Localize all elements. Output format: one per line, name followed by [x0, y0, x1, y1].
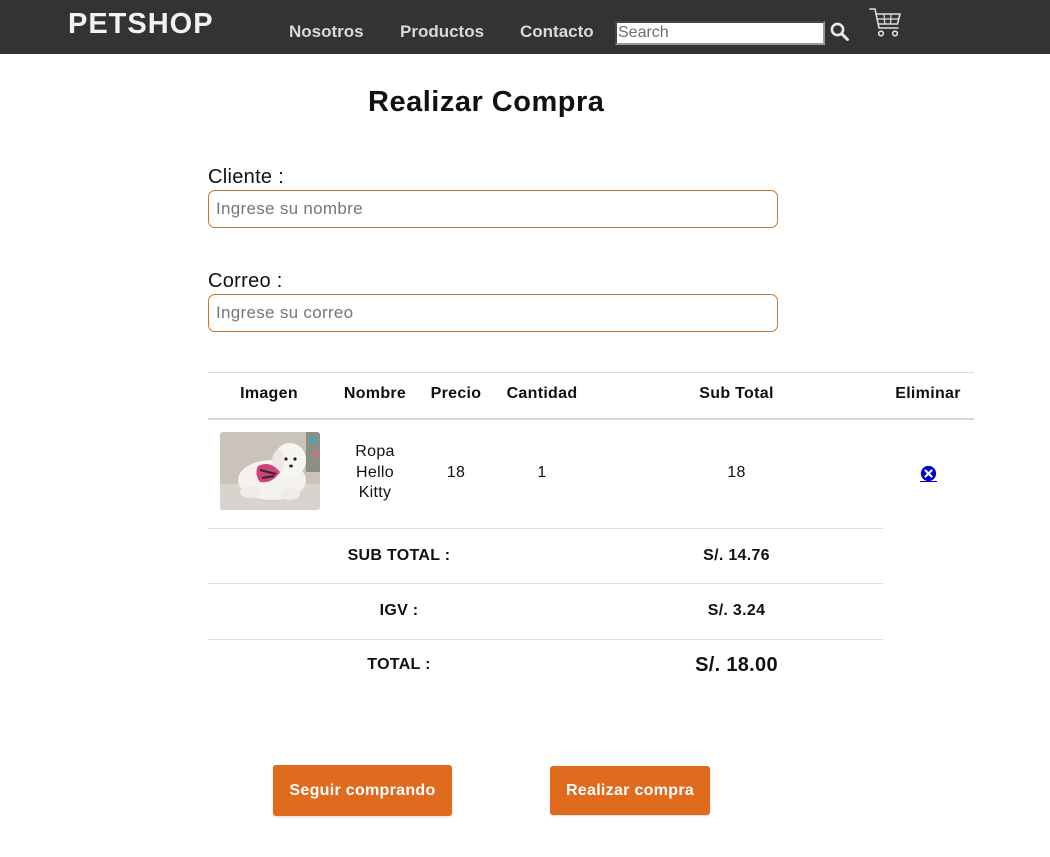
nav-link-productos[interactable]: Productos	[400, 22, 484, 42]
place-order-button[interactable]: Realizar compra	[550, 766, 710, 815]
search-icon	[830, 22, 849, 41]
total-value: S/. 18.00	[695, 654, 778, 676]
total-label: TOTAL :	[367, 656, 431, 673]
product-image	[220, 432, 320, 510]
continue-shopping-button[interactable]: Seguir comprando	[273, 765, 452, 816]
table-top-border	[208, 372, 974, 373]
navbar: PETSHOP Nosotros Productos Contacto	[0, 0, 1050, 54]
product-quantity: 1	[537, 464, 547, 481]
subtotal-divider	[208, 583, 883, 584]
product-subtotal: 18	[727, 464, 746, 481]
header-imagen: Imagen	[240, 385, 298, 402]
cart-icon	[869, 8, 901, 37]
header-cantidad: Cantidad	[506, 385, 578, 402]
client-name-input[interactable]	[208, 190, 778, 228]
delete-link-underline	[920, 481, 937, 482]
header-nombre: Nombre	[343, 385, 407, 402]
igv-divider	[208, 639, 883, 640]
product-name: Ropa Hello Kitty	[355, 443, 395, 501]
nav-link-nosotros[interactable]: Nosotros	[289, 22, 364, 42]
email-input[interactable]	[208, 294, 778, 332]
row-divider	[208, 528, 883, 529]
search-input[interactable]	[615, 21, 825, 45]
table-header-border	[208, 418, 974, 420]
igv-label: IGV :	[379, 602, 419, 619]
header-precio: Precio	[430, 385, 482, 402]
client-label: Cliente :	[208, 166, 285, 188]
page-title: Realizar Compra	[368, 86, 605, 118]
close-circle-icon	[920, 465, 937, 482]
header-eliminar: Eliminar	[895, 385, 961, 402]
subtotal-value: S/. 14.76	[703, 547, 770, 564]
cart-button[interactable]	[868, 5, 904, 39]
nav-link-contacto[interactable]: Contacto	[520, 22, 594, 42]
email-label: Correo :	[208, 270, 283, 292]
header-subtotal: Sub Total	[699, 385, 774, 402]
product-price: 18	[446, 464, 466, 481]
delete-item-button[interactable]	[920, 465, 937, 482]
igv-value: S/. 3.24	[707, 602, 766, 619]
search-button[interactable]	[829, 21, 851, 43]
subtotal-label: SUB TOTAL :	[347, 547, 451, 564]
brand-logo[interactable]: PETSHOP	[68, 8, 214, 41]
